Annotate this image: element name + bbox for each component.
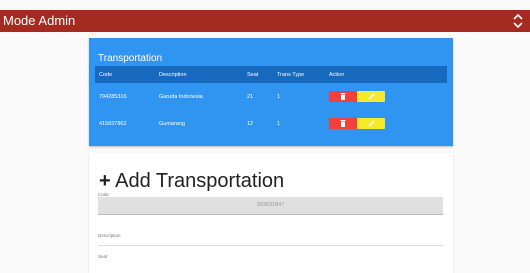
cell-code: 794285316 xyxy=(99,93,127,100)
table-row: 794285316 Garuda Indonesia 21 1 xyxy=(95,83,447,110)
app-header: Mode Admin xyxy=(0,10,530,32)
table-header-row: Code Description Seat Trans Type Action xyxy=(95,66,447,83)
description-label: Description xyxy=(98,233,121,238)
cell-action xyxy=(325,110,447,137)
cell-action xyxy=(325,83,447,110)
column-header-trans-type: Trans Type xyxy=(277,71,305,78)
trash-icon xyxy=(340,120,346,127)
chevron-updown-icon[interactable] xyxy=(512,12,524,30)
app-title: Mode Admin xyxy=(3,13,76,28)
column-header-code: Code xyxy=(99,71,113,78)
transportation-panel: Transportation Code Description Seat Tra… xyxy=(89,38,453,146)
form-title: + Add Transportation xyxy=(99,169,284,193)
form-title-text: Add Transportation xyxy=(115,170,285,192)
pencil-icon xyxy=(368,93,375,100)
seat-label: Seat xyxy=(98,254,108,259)
cell-description: Gumarang xyxy=(159,120,185,127)
cell-seat: 21 xyxy=(247,93,254,100)
table-row: 415937862 Gumarang 12 1 xyxy=(95,110,447,137)
column-header-seat: Seat xyxy=(247,71,259,78)
pencil-icon xyxy=(368,120,375,127)
edit-button[interactable] xyxy=(357,118,385,129)
edit-button[interactable] xyxy=(357,91,385,102)
panel-title: Transportation xyxy=(98,53,163,64)
cell-description: Garuda Indonesia xyxy=(159,93,203,100)
add-transportation-form: + Add Transportation Code 993631847 Desc… xyxy=(89,153,453,273)
cell-seat: 12 xyxy=(247,120,254,127)
plus-icon: + xyxy=(99,170,111,192)
cell-trans-type: 1 xyxy=(277,93,281,100)
cell-code: 415937862 xyxy=(99,120,127,127)
cell-trans-type: 1 xyxy=(277,120,281,127)
trash-icon xyxy=(340,93,346,100)
column-header-description: Description xyxy=(159,71,187,78)
code-field[interactable]: 993631847 xyxy=(98,197,443,215)
description-field[interactable] xyxy=(98,245,443,246)
delete-button[interactable] xyxy=(329,91,357,102)
delete-button[interactable] xyxy=(329,118,357,129)
transportation-table: Code Description Seat Trans Type Action … xyxy=(95,66,447,137)
column-header-action: Action xyxy=(329,71,345,78)
